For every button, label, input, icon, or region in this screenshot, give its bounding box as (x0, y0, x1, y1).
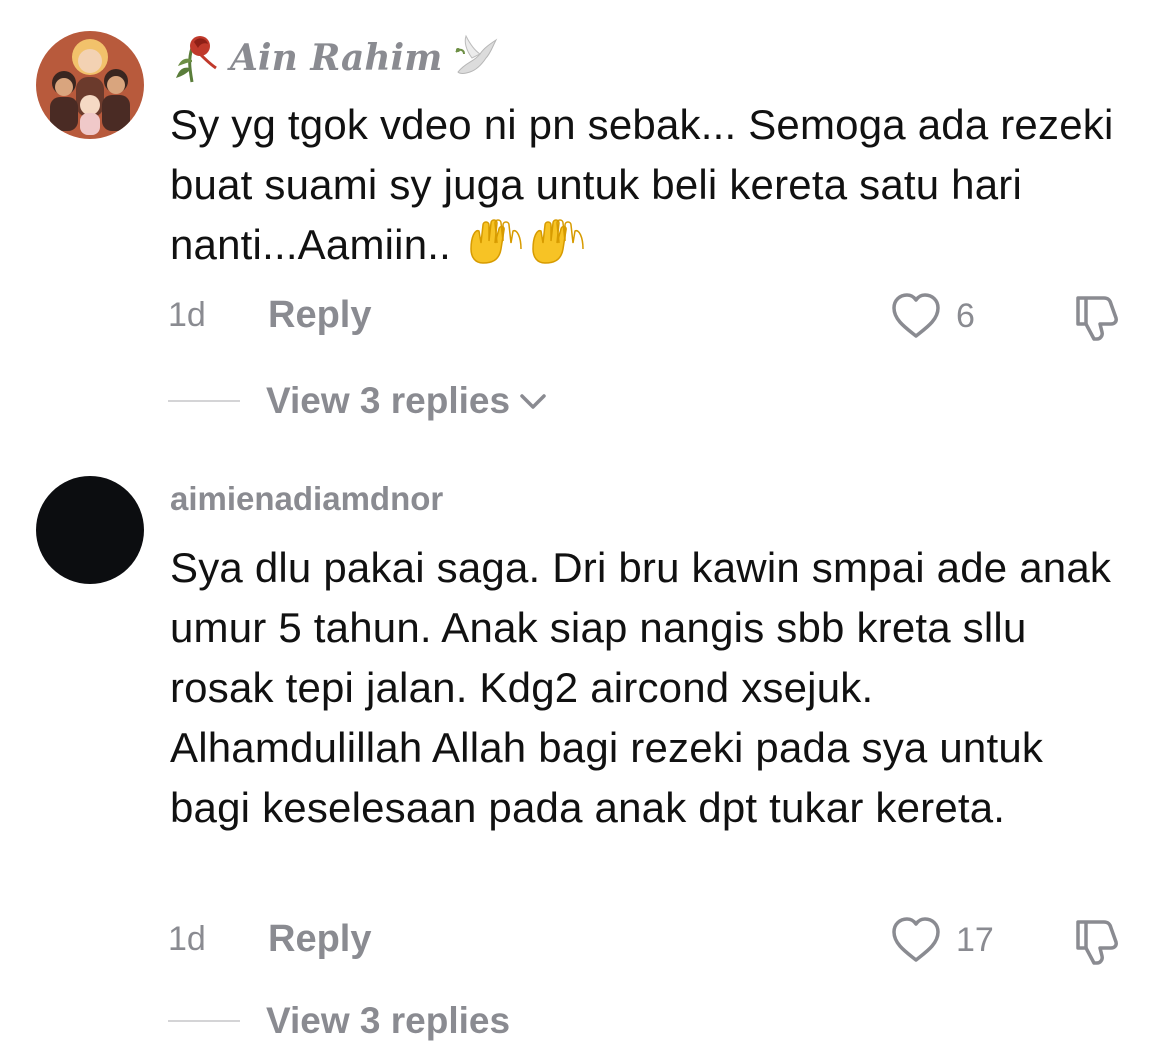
avatar[interactable] (36, 31, 144, 139)
like-count: 17 (956, 920, 994, 959)
dislike-button[interactable] (1070, 916, 1124, 971)
dislike-button[interactable] (1070, 292, 1124, 347)
divider-line (168, 400, 240, 402)
comment-age: 1d (168, 296, 206, 334)
heart-icon (892, 917, 940, 962)
view-replies-button[interactable]: View 3 replies (168, 1000, 510, 1042)
avatar[interactable] (36, 476, 144, 584)
reply-button[interactable]: Reply (268, 290, 371, 340)
rose-icon (176, 36, 217, 83)
username-text: Ain Rahim (230, 37, 443, 79)
view-replies-button[interactable]: View 3 replies (168, 380, 548, 422)
view-replies-label: View 3 replies (266, 380, 511, 421)
like-button[interactable]: 17 (890, 916, 994, 964)
family-avatar-illustration (36, 31, 144, 139)
reply-button[interactable]: Reply (268, 914, 371, 964)
comment-age: 1d (168, 920, 206, 958)
heart-icon (892, 293, 940, 338)
raised-hands-emoji (470, 219, 522, 264)
comment-text-body: Sy yg tgok vdeo ni pn sebak... Semoga ad… (170, 101, 1114, 268)
divider-line (168, 1020, 240, 1022)
comment-meta: 1d Reply 17 (0, 914, 1170, 965)
dislike-icon (1076, 920, 1118, 965)
comment-username[interactable]: Ain Rahim (170, 32, 498, 84)
comment-meta: 1d Reply 6 (0, 290, 1170, 341)
raised-hands-emoji (532, 219, 584, 264)
view-replies-label: View 3 replies (266, 1000, 511, 1041)
dislike-icon (1076, 296, 1118, 341)
comment-username[interactable]: aimienadiamdnor (170, 480, 443, 518)
comment-text: Sya dlu pakai saga. Dri bru kawin smpai … (170, 544, 1112, 831)
like-count: 6 (956, 296, 975, 335)
chevron-down-icon (520, 394, 546, 409)
comment-text: Sy yg tgok vdeo ni pn sebak... Semoga ad… (170, 95, 1130, 275)
like-button[interactable]: 6 (890, 292, 975, 340)
dove-icon (455, 34, 498, 74)
